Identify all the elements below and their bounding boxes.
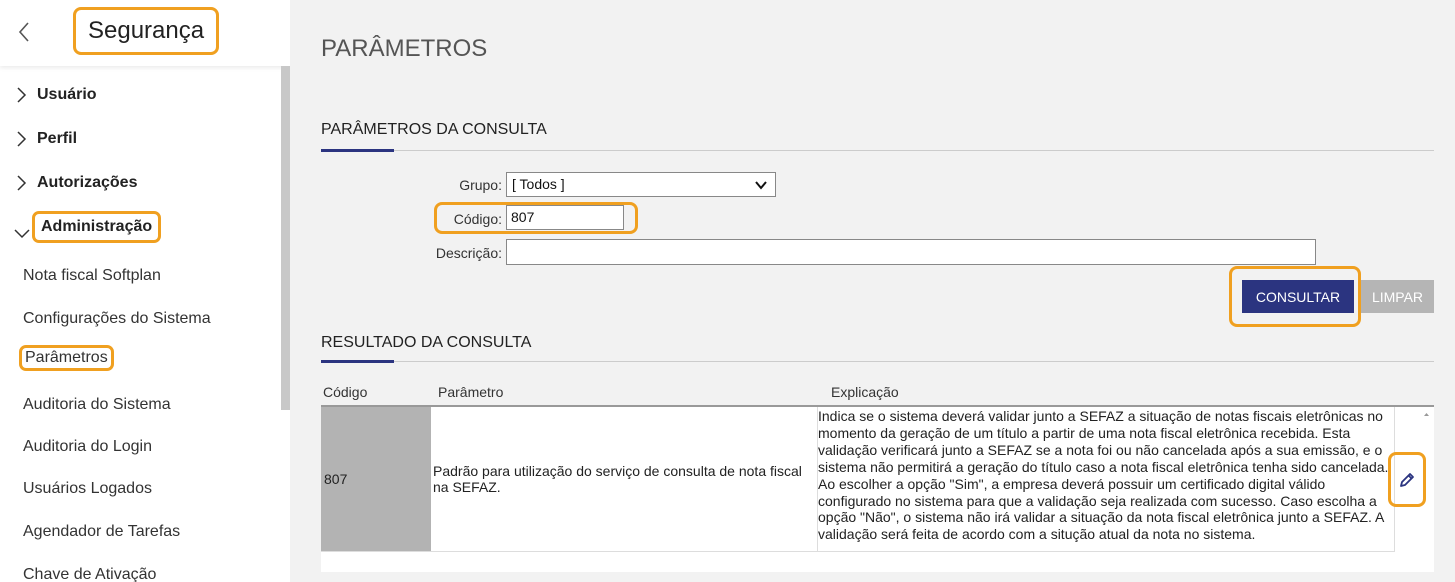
column-header-codigo[interactable]: Código: [323, 384, 367, 400]
page-title: PARÂMETROS: [321, 35, 488, 62]
section-accent: [321, 149, 394, 152]
codigo-label: Código:: [453, 211, 502, 227]
cell-parametro: Padrão para utilização do serviço de con…: [433, 463, 802, 495]
limpar-button[interactable]: LIMPAR: [1361, 280, 1434, 313]
menu-group-label: Perfil: [37, 130, 78, 147]
results-table: 807 Padrão para utilização do serviço de…: [321, 407, 1434, 572]
sidebar-title: Segurança: [73, 7, 220, 55]
pencil-icon: [1400, 472, 1414, 487]
codigo-input[interactable]: 807: [506, 205, 624, 230]
grupo-select-value: [ Todos ]: [512, 176, 565, 192]
section-accent: [321, 360, 394, 363]
consultar-button[interactable]: CONSULTAR: [1242, 280, 1354, 313]
sidebar-item-auditoria-sistema[interactable]: Auditoria do Sistema: [23, 396, 171, 414]
menu-group-administracao[interactable]: Administração: [14, 211, 162, 243]
table-scrollbar[interactable]: [1419, 407, 1434, 552]
sidebar-item-configuracoes[interactable]: Configurações do Sistema: [23, 310, 211, 328]
query-section-title: PARÂMETROS DA CONSULTA: [321, 121, 547, 138]
result-section-title: RESULTADO DA CONSULTA: [321, 334, 532, 351]
chevron-down-icon: [14, 229, 30, 239]
sidebar-item-auditoria-login[interactable]: Auditoria do Login: [23, 438, 152, 456]
menu-group-label: Autorizações: [37, 174, 138, 191]
descricao-input[interactable]: [506, 239, 1316, 265]
menu-group-perfil[interactable]: Perfil: [14, 130, 77, 148]
chevron-right-icon: [17, 87, 27, 103]
sidebar-scrollbar[interactable]: [281, 66, 290, 410]
chevron-right-icon: [17, 131, 27, 147]
chevron-down-icon: [755, 181, 767, 190]
grupo-label: Grupo:: [459, 177, 502, 193]
grupo-select[interactable]: [ Todos ]: [506, 172, 776, 197]
section-divider: [321, 150, 1434, 151]
scroll-up-icon: [1424, 413, 1429, 416]
cell-codigo: 807: [321, 407, 431, 551]
menu-group-usuario[interactable]: Usuário: [14, 86, 97, 104]
cell-explicacao: Indica se o sistema deverá validar junto…: [817, 407, 1395, 551]
sidebar: Segurança Usuário Perfil Autorizações Ad…: [0, 0, 290, 582]
menu-group-label: Administração: [32, 211, 162, 243]
sidebar-item-chave-ativacao[interactable]: Chave de Ativação: [23, 566, 156, 582]
chevron-right-icon: [17, 175, 27, 191]
descricao-label: Descrição:: [435, 245, 502, 261]
sidebar-item-parametros[interactable]: Parâmetros: [19, 345, 114, 371]
sidebar-item-usuarios-logados[interactable]: Usuários Logados: [23, 480, 152, 498]
menu-group-autorizacoes[interactable]: Autorizações: [14, 174, 137, 192]
app: Segurança Usuário Perfil Autorizações Ad…: [0, 0, 1455, 582]
sidebar-item-nota-fiscal[interactable]: Nota fiscal Softplan: [23, 267, 161, 285]
column-header-parametro[interactable]: Parâmetro: [438, 384, 503, 400]
column-header-explicacao[interactable]: Explicação: [831, 384, 899, 400]
sidebar-item-agendador[interactable]: Agendador de Tarefas: [23, 523, 180, 541]
section-divider: [321, 361, 1434, 362]
row-divider: [321, 551, 1395, 552]
sidebar-header: Segurança: [0, 0, 290, 66]
back-icon[interactable]: [14, 18, 36, 46]
menu-group-label: Usuário: [37, 86, 97, 103]
main-content: PARÂMETROS PARÂMETROS DA CONSULTA Grupo:…: [290, 0, 1455, 582]
